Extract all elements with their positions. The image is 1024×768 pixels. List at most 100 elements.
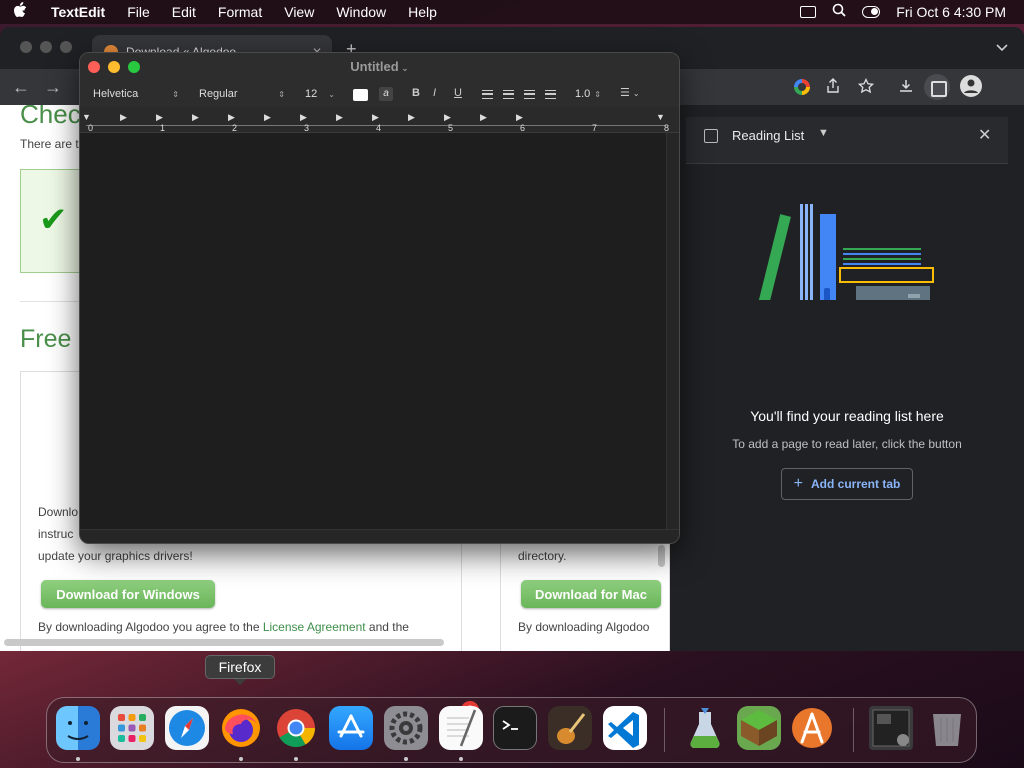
grey-book-label bbox=[908, 294, 920, 298]
close-side-panel-icon[interactable]: ✕ bbox=[978, 125, 991, 145]
google-lens-icon[interactable] bbox=[794, 79, 810, 95]
menu-view[interactable]: View bbox=[273, 4, 325, 20]
menu-format[interactable]: Format bbox=[207, 4, 273, 20]
font-family-select[interactable]: Helvetica ⇕ bbox=[90, 86, 182, 102]
share-icon[interactable] bbox=[826, 78, 840, 98]
font-family-value: Helvetica bbox=[93, 88, 139, 100]
blue-book bbox=[820, 214, 836, 300]
windows-agreement-text: By downloading Algodoo you agree to the … bbox=[38, 620, 409, 634]
right-indent-marker-icon[interactable]: ▼ bbox=[656, 112, 665, 122]
menu-clock[interactable]: Fri Oct 6 4:30 PM bbox=[896, 4, 1006, 20]
chrome-zoom-light[interactable] bbox=[60, 41, 72, 53]
tab-stop-icon[interactable]: ▶ bbox=[336, 112, 343, 123]
highlight-color-button[interactable]: a bbox=[379, 87, 393, 101]
reading-list-dropdown-icon[interactable]: ▼ bbox=[818, 127, 829, 139]
add-current-tab-button[interactable]: + Add current tab bbox=[781, 468, 913, 500]
tab-stop-icon[interactable]: ▶ bbox=[516, 112, 523, 123]
finder-running-dot bbox=[76, 757, 80, 761]
italic-button[interactable]: I bbox=[433, 87, 436, 99]
justify-icon[interactable] bbox=[545, 90, 556, 99]
screen-mirroring-icon[interactable] bbox=[800, 6, 817, 18]
menu-edit[interactable]: Edit bbox=[161, 4, 207, 20]
document-text-area[interactable] bbox=[80, 133, 666, 529]
menu-file[interactable]: File bbox=[116, 4, 161, 20]
left-indent-marker-icon[interactable]: ▼ bbox=[82, 112, 91, 122]
downloads-stack-icon[interactable] bbox=[869, 706, 913, 750]
list-bullets-icon[interactable]: ☰ ⌄ bbox=[620, 86, 640, 99]
ruler-number: 1 bbox=[160, 123, 166, 133]
menu-help[interactable]: Help bbox=[397, 4, 448, 20]
trash-icon[interactable] bbox=[925, 706, 969, 750]
profile-avatar-icon[interactable] bbox=[960, 75, 982, 97]
page-vertical-scrollbar[interactable] bbox=[658, 545, 665, 567]
mac-agreement-text: By downloading Algodoo bbox=[518, 620, 650, 634]
tab-stop-icon[interactable]: ▶ bbox=[192, 112, 199, 123]
stack-line-3 bbox=[843, 258, 921, 260]
align-center-icon[interactable] bbox=[503, 90, 514, 99]
bold-button[interactable]: B bbox=[412, 87, 420, 99]
control-center-icon[interactable] bbox=[862, 6, 881, 18]
firefox-running-dot bbox=[239, 757, 243, 761]
ruler-number: 0 bbox=[88, 123, 94, 133]
bookmark-star-icon[interactable] bbox=[857, 77, 875, 98]
menu-app-name[interactable]: TextEdit bbox=[40, 4, 116, 20]
tab-stop-icon[interactable]: ▶ bbox=[480, 112, 487, 123]
font-size-select[interactable]: 12 ⌄ bbox=[302, 86, 338, 102]
spotlight-search-icon[interactable] bbox=[832, 3, 846, 21]
tab-stop-icon[interactable]: ▶ bbox=[444, 112, 451, 123]
side-panel-icon[interactable] bbox=[924, 74, 950, 100]
textedit-icon[interactable] bbox=[439, 706, 483, 750]
vscode-icon[interactable] bbox=[603, 706, 647, 750]
minecraft-icon[interactable] bbox=[737, 706, 781, 750]
apple-icon[interactable] bbox=[0, 2, 40, 22]
font-style-stepper-icon: ⇕ bbox=[278, 89, 285, 99]
textedit-titlebar: Untitled ⌄ bbox=[80, 53, 679, 81]
align-left-icon[interactable] bbox=[482, 90, 493, 99]
chrome-minimize-light[interactable] bbox=[40, 41, 52, 53]
tab-stop-icon[interactable]: ▶ bbox=[120, 112, 127, 123]
page-horizontal-scrollbar[interactable] bbox=[4, 639, 444, 646]
reading-list-title[interactable]: Reading List bbox=[732, 128, 804, 143]
reading-list-icon bbox=[704, 129, 718, 143]
document-title-text: Untitled bbox=[350, 59, 399, 74]
download-mac-button[interactable]: Download for Mac bbox=[521, 580, 661, 608]
dock-separator bbox=[853, 708, 854, 752]
chrome-close-light[interactable] bbox=[20, 41, 32, 53]
document-vertical-scrollbar[interactable] bbox=[666, 133, 679, 529]
garageband-icon[interactable] bbox=[548, 706, 592, 750]
tab-stop-icon[interactable]: ▶ bbox=[264, 112, 271, 123]
download-windows-button[interactable]: Download for Windows bbox=[41, 580, 215, 608]
tab-stop-icon[interactable]: ▶ bbox=[372, 112, 379, 123]
line-spacing-select[interactable]: 1.0 ⇕ bbox=[572, 86, 604, 102]
tab-search-chevron-icon[interactable] bbox=[996, 39, 1008, 55]
stack-line-1 bbox=[843, 248, 921, 250]
font-style-select[interactable]: Regular ⇕ bbox=[196, 86, 288, 102]
ruler-number: 6 bbox=[520, 123, 526, 133]
download-icon[interactable] bbox=[898, 78, 914, 98]
page-intro-text: There are t bbox=[20, 137, 79, 151]
menu-window[interactable]: Window bbox=[325, 4, 397, 20]
safari-icon[interactable] bbox=[165, 706, 209, 750]
finder-icon[interactable] bbox=[56, 706, 100, 750]
settings-running-dot bbox=[404, 757, 408, 761]
tab-stop-icon[interactable]: ▶ bbox=[300, 112, 307, 123]
document-title[interactable]: Untitled ⌄ bbox=[80, 59, 679, 74]
back-arrow-icon[interactable]: ← bbox=[12, 77, 30, 98]
underline-button[interactable]: U bbox=[454, 87, 462, 99]
text-color-well[interactable] bbox=[353, 89, 368, 101]
app-store-icon[interactable] bbox=[329, 706, 373, 750]
python-launcher-icon[interactable] bbox=[683, 706, 727, 750]
tab-stop-icon[interactable]: ▶ bbox=[408, 112, 415, 123]
license-agreement-link[interactable]: License Agreement bbox=[263, 620, 366, 634]
firefox-icon[interactable] bbox=[219, 706, 263, 750]
green-book bbox=[758, 214, 791, 300]
tab-stop-icon[interactable]: ▶ bbox=[156, 112, 163, 123]
launchpad-icon[interactable] bbox=[110, 706, 154, 750]
terminal-icon[interactable] bbox=[493, 706, 537, 750]
chrome-icon[interactable] bbox=[274, 706, 318, 750]
system-settings-icon[interactable] bbox=[384, 706, 428, 750]
forward-arrow-icon[interactable]: → bbox=[44, 77, 62, 98]
algodoo-icon[interactable] bbox=[790, 706, 834, 750]
align-right-icon[interactable] bbox=[524, 90, 535, 99]
tab-stop-icon[interactable]: ▶ bbox=[228, 112, 235, 123]
